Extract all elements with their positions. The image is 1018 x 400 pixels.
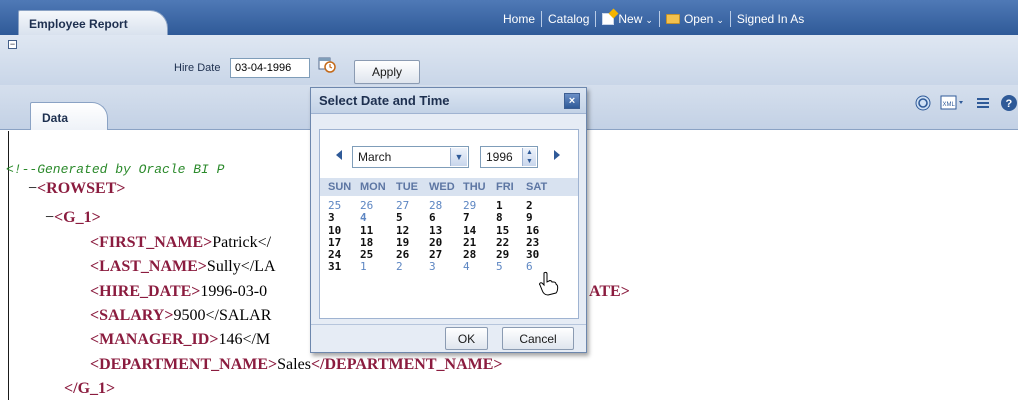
weekday-tue: TUE bbox=[396, 181, 418, 193]
collapse-toggle[interactable]: − bbox=[8, 40, 17, 49]
month-select-value: March bbox=[358, 150, 392, 164]
ok-button[interactable]: OK bbox=[445, 327, 488, 350]
xml-g1-open: −<G_1> bbox=[45, 209, 101, 226]
close-icon[interactable]: × bbox=[564, 93, 580, 109]
weekday-fri: FRI bbox=[496, 181, 514, 193]
collapse-node-toggle[interactable]: − bbox=[45, 209, 54, 226]
svg-text:XML: XML bbox=[943, 102, 956, 108]
xml-comment: <!--Generated by Oracle BI P bbox=[6, 162, 225, 177]
tab-data[interactable]: Data bbox=[30, 102, 108, 130]
date-picker-dialog: Select Date and Time × March ▼ 1996 ▲ ▼ S… bbox=[310, 87, 587, 353]
cancel-button[interactable]: Cancel bbox=[502, 327, 574, 350]
xml-rowset-open: −<ROWSET> bbox=[28, 180, 126, 197]
next-month-icon[interactable] bbox=[554, 150, 560, 160]
signed-in-as[interactable]: Signed In As bbox=[737, 12, 804, 26]
export-xml-icon[interactable]: XML bbox=[940, 94, 966, 112]
report-tab[interactable]: Employee Report bbox=[18, 10, 168, 35]
xml-department-name: <DEPARTMENT_NAME>Sales</DEPARTMENT_NAME> bbox=[90, 356, 503, 373]
nav-open-label: Open bbox=[683, 12, 714, 26]
month-select[interactable]: March ▼ bbox=[352, 146, 469, 168]
nav-new-menu[interactable]: New ⌄ bbox=[602, 12, 653, 26]
new-icon bbox=[602, 13, 615, 25]
day-cell[interactable]: 4 bbox=[463, 261, 496, 273]
nav-divider bbox=[595, 11, 597, 27]
dialog-title: Select Date and Time bbox=[311, 88, 586, 114]
day-cell[interactable]: 1 bbox=[360, 261, 396, 273]
parameter-panel bbox=[0, 35, 1018, 85]
global-nav: Home Catalog New ⌄ Open ⌄ Signed In As bbox=[503, 10, 804, 28]
hand-cursor-icon bbox=[539, 271, 559, 296]
refresh-icon[interactable] bbox=[914, 94, 932, 112]
tab-data-label: Data bbox=[42, 111, 69, 125]
day-cell[interactable]: 6 bbox=[429, 212, 463, 224]
day-cell[interactable]: 3 bbox=[429, 261, 463, 273]
day-cell[interactable]: 5 bbox=[396, 212, 429, 224]
nav-divider bbox=[541, 11, 543, 27]
report-tab-title: Employee Report bbox=[29, 17, 128, 31]
nav-divider bbox=[658, 11, 660, 27]
previous-month-icon[interactable] bbox=[336, 150, 342, 160]
weekday-sun: SUN bbox=[328, 181, 352, 193]
weekday-thu: THU bbox=[463, 181, 486, 193]
nav-divider bbox=[729, 11, 731, 27]
xml-manager-id: <MANAGER_ID>146</M bbox=[90, 331, 271, 348]
nav-home-link[interactable]: Home bbox=[503, 12, 535, 26]
view-toolbar: XML ? bbox=[906, 94, 1018, 112]
apply-button[interactable]: Apply bbox=[354, 60, 420, 84]
xml-last-name: <LAST_NAME>Sully</LA bbox=[90, 258, 276, 275]
weekday-sat: SAT bbox=[526, 181, 548, 193]
help-icon[interactable]: ? bbox=[1000, 94, 1018, 112]
day-cell[interactable]: 4 bbox=[360, 212, 396, 224]
day-cell[interactable]: 5 bbox=[496, 261, 526, 273]
xml-hire-date: <HIRE_DATE>1996-03-0 bbox=[90, 283, 268, 300]
day-cell[interactable]: 31 bbox=[328, 261, 360, 273]
xml-hire-date-tail: ATE> bbox=[589, 283, 630, 300]
year-stepper[interactable]: 1996 ▲ ▼ bbox=[480, 146, 538, 168]
xml-salary: <SALARY>9500</SALAR bbox=[90, 307, 272, 324]
dialog-divider bbox=[311, 324, 586, 325]
svg-text:?: ? bbox=[1006, 98, 1013, 110]
day-grid: 25 26 27 28 29 1 2 3 4 5 6 7 8 9 10 11 12 13 14 15 16 17 18 19 2… bbox=[320, 199, 578, 274]
day-cell[interactable]: 7 bbox=[463, 212, 496, 224]
day-cell[interactable]: 8 bbox=[496, 212, 526, 224]
hire-date-label: Hire Date bbox=[174, 62, 221, 74]
chevron-down-icon: ⌄ bbox=[645, 15, 653, 25]
collapse-node-toggle[interactable]: − bbox=[28, 180, 37, 197]
spinner-icon[interactable]: ▲ ▼ bbox=[522, 148, 536, 166]
hire-date-input[interactable] bbox=[230, 58, 310, 78]
list-icon[interactable] bbox=[974, 94, 992, 112]
calendar-nav: March ▼ 1996 ▲ ▼ bbox=[330, 146, 570, 168]
calendar-icon[interactable] bbox=[318, 55, 336, 73]
day-cell[interactable]: 3 bbox=[328, 212, 360, 224]
weekday-wed: WED bbox=[429, 181, 455, 193]
xml-first-name: <FIRST_NAME>Patrick</ bbox=[90, 234, 272, 251]
day-cell[interactable]: 2 bbox=[396, 261, 429, 273]
nav-new-label: New bbox=[618, 12, 643, 26]
weekday-mon: MON bbox=[360, 181, 386, 193]
nav-open-menu[interactable]: Open ⌄ bbox=[665, 12, 724, 26]
top-bar: Employee Report Home Catalog New ⌄ Open ⌄ … bbox=[0, 0, 1018, 35]
weekday-header: SUN MON TUE WED THU FRI SAT bbox=[320, 178, 578, 196]
nav-catalog-link[interactable]: Catalog bbox=[548, 12, 589, 26]
folder-icon bbox=[665, 14, 680, 24]
chevron-down-icon: ⌄ bbox=[716, 15, 724, 25]
xml-g1-close: </G_1> bbox=[64, 380, 116, 397]
day-cell[interactable]: 9 bbox=[526, 212, 562, 224]
year-value: 1996 bbox=[486, 150, 513, 164]
dialog-title-text: Select Date and Time bbox=[319, 93, 450, 108]
chevron-down-icon[interactable]: ▼ bbox=[450, 148, 467, 166]
